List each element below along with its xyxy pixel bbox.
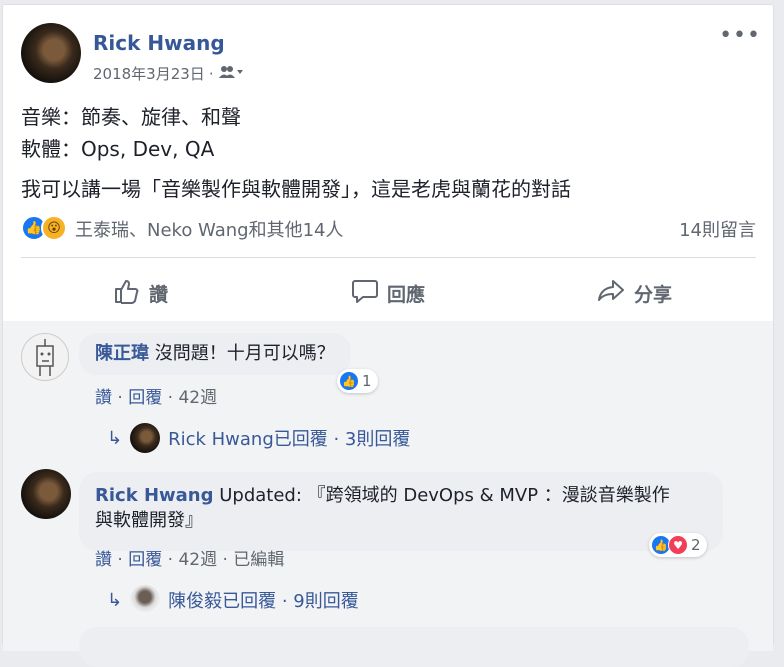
- comment-reaction-pill[interactable]: 👍 ♥ 2: [649, 533, 707, 557]
- reply-arrow-icon: ↳: [107, 427, 123, 449]
- reply-avatar: [130, 423, 161, 453]
- post-line-2: 軟體：Ops, Dev, QA: [21, 137, 215, 161]
- comment-label: 回應: [387, 284, 426, 306]
- share-button[interactable]: 分享: [596, 277, 672, 310]
- comment-reply-link[interactable]: 回覆: [128, 388, 162, 408]
- comment-age[interactable]: 42週: [178, 388, 217, 408]
- comment-bubble: Rick Hwang Updated: 『跨領域的 DevOps & MVP ：…: [79, 472, 723, 551]
- reply-summary-text[interactable]: Rick Hwang已回覆 · 3則回覆: [168, 425, 410, 451]
- reply-summary-text[interactable]: 陳俊毅已回覆 · 9則回覆: [168, 587, 359, 613]
- post-card: Rick Hwang 2018年3月23日 · ••• 音樂：節奏、旋律、和聲 …: [2, 4, 774, 667]
- reply-summary[interactable]: ↳ Rick Hwang已回覆 · 3則回覆: [107, 423, 410, 453]
- comment-meta: 讚 · 回覆 · 42週 · 已編輯: [95, 550, 285, 570]
- post-author[interactable]: Rick Hwang: [93, 31, 225, 55]
- comment-button[interactable]: 回應: [351, 277, 425, 310]
- like-label: 讚: [149, 284, 169, 306]
- comment-like-link[interactable]: 讚: [95, 550, 112, 570]
- reaction-count: 2: [691, 536, 701, 554]
- like-button[interactable]: 讚: [113, 277, 168, 310]
- comment-author[interactable]: Rick Hwang: [95, 485, 213, 506]
- divider: [21, 257, 756, 258]
- comment-like-link[interactable]: 讚: [95, 388, 112, 408]
- comment-bubble-partial: [79, 627, 749, 667]
- reply-avatar: [130, 585, 161, 615]
- post-line-3: 我可以講一場「音樂製作與軟體開發」，這是老虎與蘭花的對話: [21, 177, 571, 201]
- friends-icon[interactable]: [218, 65, 244, 83]
- reply-arrow-icon: ↳: [107, 589, 123, 611]
- reaction-names[interactable]: 王泰瑞、Neko Wang和其他14人: [75, 216, 343, 242]
- comment-age[interactable]: 42週: [178, 550, 217, 570]
- comments-section: 陳正瑋 沒問題！十月可以嗎？ 👍 1 讚 · 回覆 · 42週 ↳ Rick H…: [3, 321, 773, 667]
- wow-reaction-icon: 😮: [41, 215, 67, 241]
- post-date[interactable]: 2018年3月23日: [93, 63, 205, 84]
- speech-bubble-icon: [351, 277, 379, 310]
- reaction-summary[interactable]: 👍 😮 王泰瑞、Neko Wang和其他14人 14則留言: [21, 215, 756, 245]
- share-arrow-icon: [596, 277, 626, 310]
- comment-text: 沒問題！十月可以嗎？: [154, 343, 335, 364]
- commenter-avatar[interactable]: [21, 333, 69, 381]
- post-meta: 2018年3月23日 ·: [93, 63, 244, 84]
- share-label: 分享: [634, 284, 673, 306]
- action-bar: 讚 回應 分享: [21, 267, 756, 317]
- reaction-count: 1: [362, 372, 372, 390]
- comment-author[interactable]: 陳正瑋: [95, 343, 149, 364]
- like-reaction-icon: 👍: [339, 371, 359, 391]
- reply-summary[interactable]: ↳ 陳俊毅已回覆 · 9則回覆: [107, 585, 359, 615]
- comment-bubble: 陳正瑋 沒問題！十月可以嗎？: [79, 333, 351, 375]
- meta-separator: ·: [208, 64, 214, 83]
- thumbs-up-icon: [113, 277, 141, 310]
- love-reaction-icon: ♥: [668, 535, 688, 555]
- comment-reply-link[interactable]: 回覆: [128, 550, 162, 570]
- comment-edited[interactable]: 已編輯: [233, 550, 284, 570]
- comment-count[interactable]: 14則留言: [679, 216, 756, 242]
- comment-meta: 讚 · 回覆 · 42週: [95, 388, 218, 408]
- author-avatar[interactable]: [21, 23, 81, 83]
- comment-reaction-pill[interactable]: 👍 1: [337, 369, 378, 393]
- more-dots-icon[interactable]: •••: [719, 23, 761, 48]
- comment-text-line-1: Updated: 『跨領域的 DevOps & MVP ：漫談音樂製作: [219, 485, 670, 506]
- comment-text-line-2: 與軟體開發』: [95, 510, 203, 531]
- post-line-1: 音樂：節奏、旋律、和聲: [21, 105, 241, 129]
- commenter-avatar[interactable]: [21, 469, 71, 519]
